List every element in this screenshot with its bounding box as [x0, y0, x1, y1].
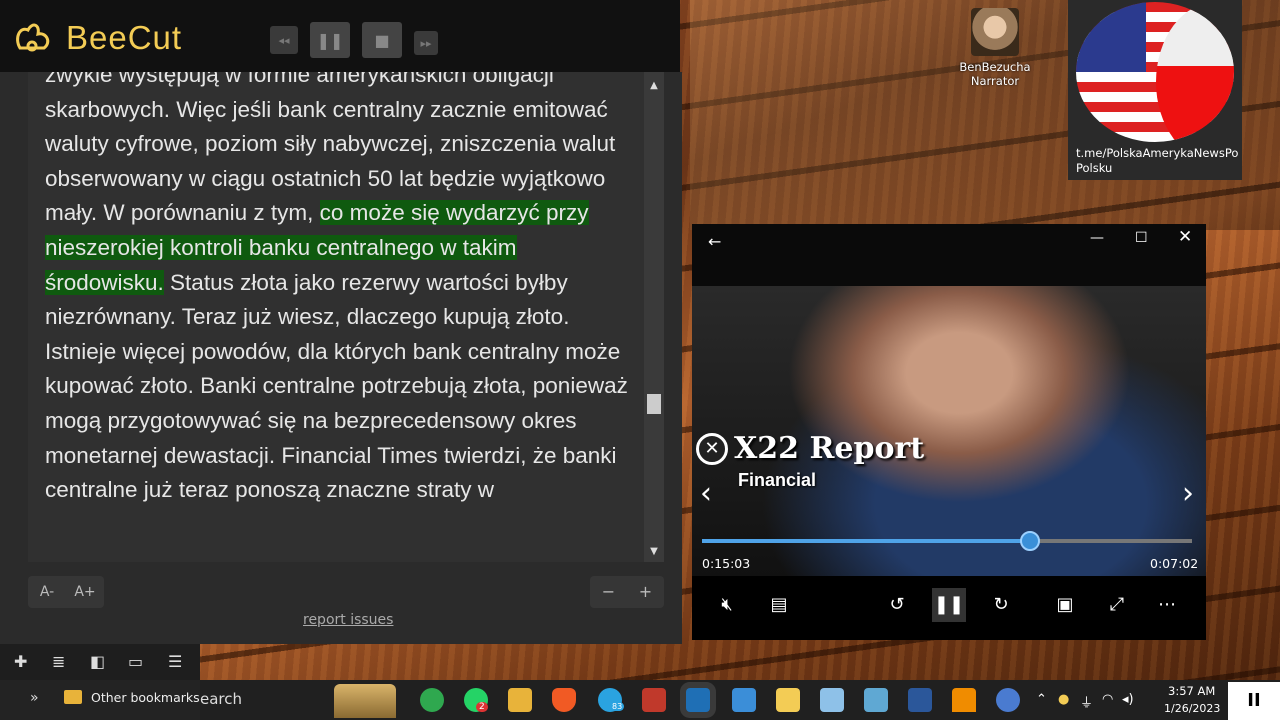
reader-scrollbar[interactable]: ▲ ▼	[644, 72, 664, 562]
brave-icon[interactable]	[552, 688, 576, 712]
folder-icon	[64, 690, 82, 704]
chevron-right-icon[interactable]: »	[30, 690, 39, 706]
channel-caption: t.me/PolskaAmerykaNewsPo Polsku	[1076, 146, 1239, 175]
subtitles-icon[interactable]: ▤	[762, 588, 796, 622]
beecut-taskbar-icon[interactable]	[776, 688, 800, 712]
vlc-icon[interactable]	[952, 688, 976, 712]
taskbar: earch 2 83 ⌃ ● ⏚ ◠ ◂) 3:57 AM 1/26/2023	[200, 680, 1280, 720]
whatsapp-badge: 2	[476, 702, 488, 712]
stop-icon: ■	[374, 30, 390, 50]
wallet-icon[interactable]: ▭	[128, 652, 143, 671]
menu-icon[interactable]: ☰	[168, 652, 182, 671]
video-tagline: Financial	[738, 470, 817, 490]
narrator-card: BenBezucha Narrator	[950, 8, 1040, 88]
scroll-down-icon[interactable]: ▼	[648, 546, 660, 558]
fullscreen-icon[interactable]: ⤢	[1100, 588, 1134, 622]
reader-text-area[interactable]: zwykle występują w formie amerykańskich …	[28, 72, 664, 562]
report-issues-link[interactable]: report issues	[303, 612, 393, 628]
zoom-in-button[interactable]: +	[627, 576, 664, 608]
image-viewer-icon[interactable]	[820, 688, 844, 712]
reader-panel: zwykle występują w formie amerykańskich …	[0, 72, 682, 644]
tray-app-icon[interactable]: ●	[1058, 692, 1069, 707]
app-icon-green[interactable]	[420, 688, 444, 712]
telegram-badge: 83	[610, 702, 625, 711]
rewind-record-button[interactable]: ◂◂	[270, 26, 298, 54]
maximize-icon[interactable]: ☐	[1135, 230, 1148, 246]
clock-date[interactable]: 1/26/2023	[1164, 702, 1220, 715]
pause-icon[interactable]: ❚❚	[932, 588, 966, 622]
font-decrease-button[interactable]: A-	[28, 576, 66, 608]
player-titlebar: ← — ☐ ✕	[692, 224, 1206, 286]
narrator-role: Narrator	[970, 74, 1020, 88]
seek-bar[interactable]	[702, 531, 1192, 551]
volume-icon[interactable]: ◂)	[1122, 692, 1134, 707]
usb-icon[interactable]: ⏚	[1080, 692, 1093, 711]
reading-list-icon[interactable]: ≣	[52, 652, 65, 671]
pause-record-icon: ❚❚	[316, 30, 344, 50]
notepad-icon[interactable]	[864, 688, 888, 712]
bee-icon	[16, 23, 50, 52]
back-icon[interactable]: ←	[708, 232, 721, 251]
forward-30-icon[interactable]: ↻	[984, 588, 1018, 622]
font-increase-button[interactable]: A+	[66, 576, 104, 608]
zoom-controls: − +	[590, 576, 664, 608]
total-time: 0:07:02	[1150, 556, 1199, 571]
x22-badge-icon: ✕	[696, 432, 728, 465]
x22-logo: ✕ X22 Report	[696, 431, 924, 466]
pause-record-button[interactable]: ❚❚	[310, 22, 350, 58]
narrator-avatar	[971, 8, 1019, 56]
search-highlight-image	[334, 684, 396, 718]
player-controls: 🔇︎ ▤ ↺ ❚❚ ↻ ▣ ⤢ ⋯	[692, 580, 1206, 630]
recording-controls: ◂◂ ❚❚ ■ ▸▸	[270, 22, 438, 58]
forward-icon: ▸▸	[420, 36, 432, 50]
browser-icon[interactable]	[996, 688, 1020, 712]
wifi-icon[interactable]: ◠	[1102, 692, 1113, 707]
bookmarks-bar: » Other bookmarks	[0, 680, 200, 720]
us-poland-flag-logo	[1076, 2, 1234, 142]
movies-tv-icon[interactable]	[686, 688, 710, 712]
app-icon-red[interactable]	[642, 688, 666, 712]
recording-pause-overlay[interactable]: II	[1228, 682, 1280, 720]
reader-text: zwykle występują w formie amerykańskich …	[45, 72, 635, 508]
file-explorer-icon[interactable]	[508, 688, 532, 712]
extensions-icon[interactable]: ✚	[14, 652, 27, 671]
narrator-name: BenBezucha	[959, 60, 1031, 74]
close-icon[interactable]: ✕	[1178, 227, 1192, 247]
flag-canton	[1076, 2, 1146, 72]
video-brand: X22 Report	[734, 431, 925, 466]
prev-icon[interactable]: ‹	[700, 476, 712, 511]
photos-icon[interactable]	[732, 688, 756, 712]
font-size-controls: A- A+	[28, 576, 104, 608]
seek-bar-fill	[702, 539, 1031, 543]
current-time: 0:15:03	[702, 556, 751, 571]
other-bookmarks-folder[interactable]: Other bookmarks	[91, 690, 200, 705]
mute-icon[interactable]: 🔇︎	[710, 588, 744, 622]
scroll-thumb[interactable]	[647, 394, 661, 414]
stop-record-button[interactable]: ■	[362, 22, 402, 58]
beecut-app-name: BeeCut	[66, 19, 183, 56]
video-frame[interactable]: ✕ X22 Report Financial ‹ ›	[692, 286, 1206, 576]
miniview-icon[interactable]: ▣	[1048, 588, 1082, 622]
channel-tile: t.me/PolskaAmerykaNewsPo Polsku	[1068, 0, 1242, 180]
clock-time[interactable]: 3:57 AM	[1168, 684, 1215, 698]
taskbar-search[interactable]: earch	[200, 690, 242, 708]
scroll-up-icon[interactable]: ▲	[648, 80, 660, 92]
minimize-icon[interactable]: —	[1090, 230, 1104, 246]
browser-toolbar: ✚ ≣ ◧ ▭ ☰	[0, 644, 200, 680]
word-icon[interactable]	[908, 688, 932, 712]
text-after: Status złota jako rezerwy wartości byłby…	[45, 269, 628, 503]
rewind-10-icon[interactable]: ↺	[880, 588, 914, 622]
rewind-icon: ◂◂	[278, 33, 290, 47]
next-icon[interactable]: ›	[1182, 476, 1194, 511]
chevron-up-icon[interactable]: ⌃	[1036, 692, 1047, 707]
flag-poland-half	[1156, 2, 1234, 142]
more-icon[interactable]: ⋯	[1150, 588, 1184, 622]
zoom-out-button[interactable]: −	[590, 576, 627, 608]
beecut-logo: BeeCut	[10, 18, 182, 58]
forward-record-button[interactable]: ▸▸	[414, 31, 438, 55]
video-player-window: ← — ☐ ✕ ✕ X22 Report Financial ‹ › 0:15:…	[692, 224, 1206, 640]
sidebar-icon[interactable]: ◧	[90, 652, 105, 671]
beecut-toolbar: BeeCut ◂◂ ❚❚ ■ ▸▸	[0, 0, 680, 72]
